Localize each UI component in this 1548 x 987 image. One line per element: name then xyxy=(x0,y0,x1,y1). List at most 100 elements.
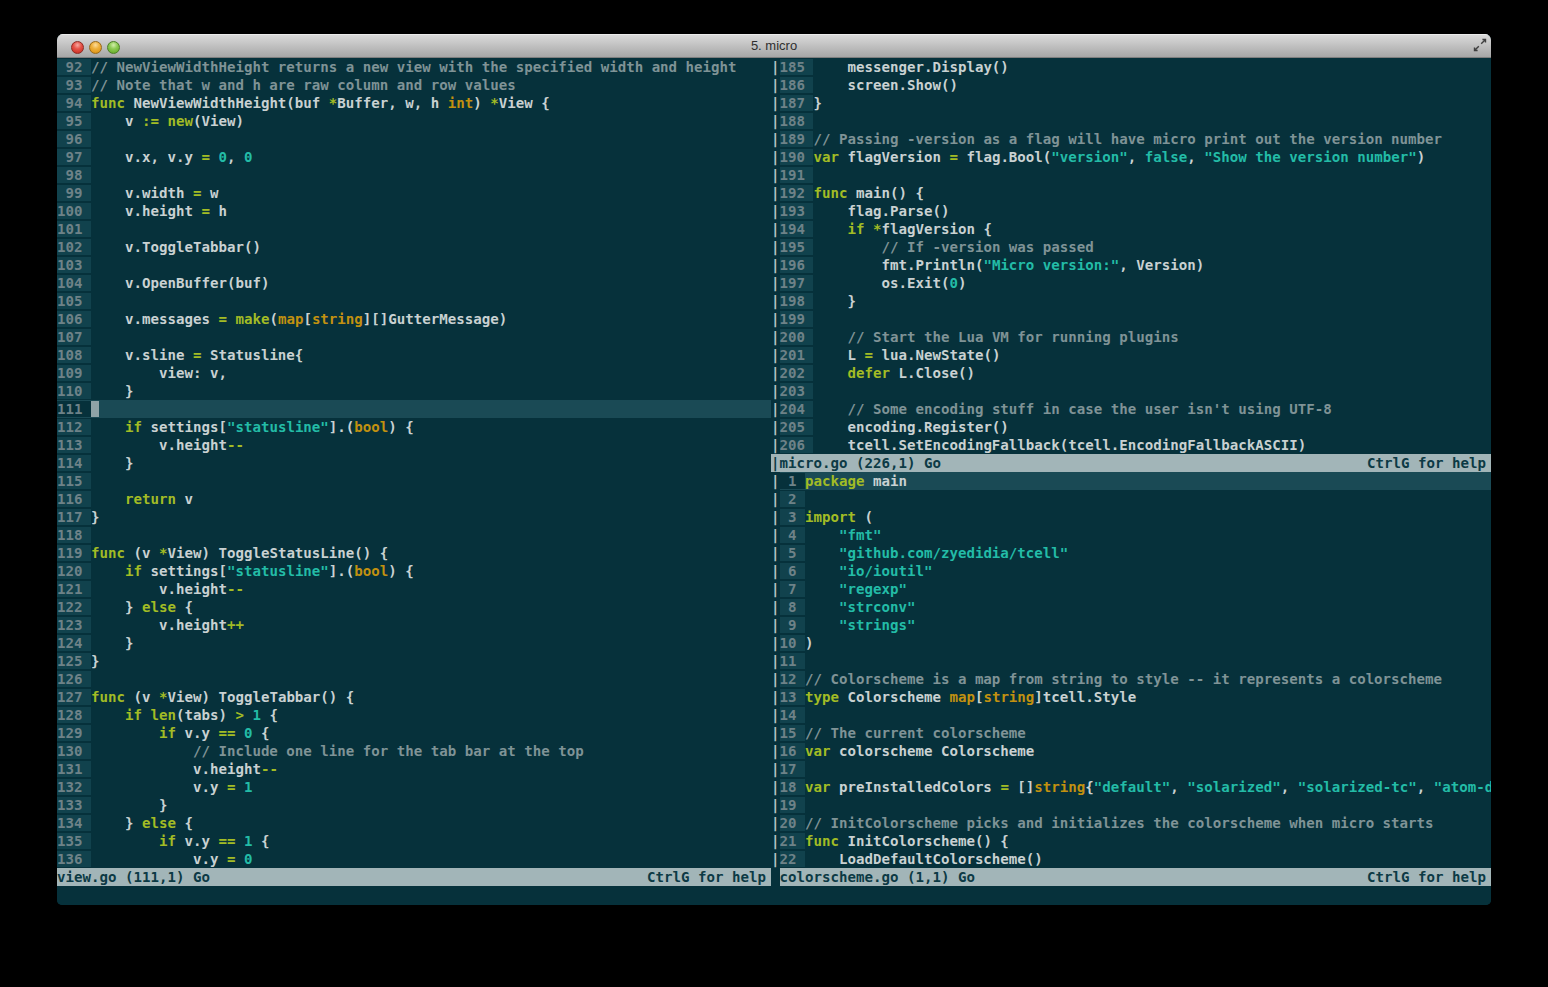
code-line[interactable]: 105 xyxy=(57,292,771,310)
titlebar[interactable]: 5. micro xyxy=(57,34,1491,58)
code-line[interactable]: 125 } xyxy=(57,652,771,670)
code-line[interactable]: 201 L = lua.NewState() xyxy=(780,346,1492,364)
code-line[interactable]: 95 v := new(View) xyxy=(57,112,771,130)
code-line[interactable]: 185 messenger.Display() xyxy=(780,58,1492,76)
code-line[interactable]: 93 // Note that w and h are raw column a… xyxy=(57,76,771,94)
code-line[interactable]: 17 xyxy=(780,760,1492,778)
code-line[interactable]: 94 func NewViewWidthHeight(buf *Buffer, … xyxy=(57,94,771,112)
code-line[interactable]: 6 "io/ioutil" xyxy=(780,562,1492,580)
code-line[interactable]: 189 // Passing -version as a flag will h… xyxy=(780,130,1492,148)
code-line[interactable]: 99 v.width = w xyxy=(57,184,771,202)
line-number: 96 xyxy=(57,131,91,147)
code-line[interactable]: 4 "fmt" xyxy=(780,526,1492,544)
code-line[interactable]: 15 // The current colorscheme xyxy=(780,724,1492,742)
code-line[interactable]: 9 "strings" xyxy=(780,616,1492,634)
code-line[interactable]: 126 xyxy=(57,670,771,688)
code-span xyxy=(235,779,244,795)
code-line[interactable]: 197 os.Exit(0) xyxy=(780,274,1492,292)
code-line[interactable]: 199 xyxy=(780,310,1492,328)
code-line[interactable]: 7 "regexp" xyxy=(780,580,1492,598)
code-line[interactable]: 101 xyxy=(57,220,771,238)
code-line[interactable]: 113 v.height-- xyxy=(57,436,771,454)
code-line[interactable]: 119 func (v *View) ToggleStatusLine() { xyxy=(57,544,771,562)
code-line[interactable]: 11 xyxy=(780,652,1492,670)
code-line[interactable]: 121 v.height-- xyxy=(57,580,771,598)
code-line[interactable]: 118 xyxy=(57,526,771,544)
code-line[interactable]: 18 var preInstalledColors = []string{"de… xyxy=(780,778,1492,796)
code-line[interactable]: 131 v.height-- xyxy=(57,760,771,778)
pane-view-go[interactable]: 92 // NewViewWidthHeight returns a new v… xyxy=(57,58,771,868)
code-line[interactable]: 205 encoding.Register() xyxy=(780,418,1492,436)
code-line[interactable]: 117 } xyxy=(57,508,771,526)
code-line[interactable]: 116 return v xyxy=(57,490,771,508)
code-line[interactable]: 134 } else { xyxy=(57,814,771,832)
code-line[interactable]: 112 if settings["statusline"].(bool) { xyxy=(57,418,771,436)
code-line[interactable]: 122 } else { xyxy=(57,598,771,616)
pane-micro-go[interactable]: 185 messenger.Display()186 screen.Show()… xyxy=(780,58,1492,454)
code-line[interactable]: 187 } xyxy=(780,94,1492,112)
code-line[interactable]: 190 var flagVersion = flag.Bool("version… xyxy=(780,148,1492,166)
code-line[interactable]: 129 if v.y == 0 { xyxy=(57,724,771,742)
code-line[interactable]: 128 if len(tabs) > 1 { xyxy=(57,706,771,724)
code-line[interactable]: 97 v.x, v.y = 0, 0 xyxy=(57,148,771,166)
code-line[interactable]: 114 } xyxy=(57,454,771,472)
code-line[interactable]: 194 if *flagVersion { xyxy=(780,220,1492,238)
code-line[interactable]: 133 } xyxy=(57,796,771,814)
code-line[interactable]: 107 xyxy=(57,328,771,346)
code-span: make xyxy=(235,311,269,327)
code-line[interactable]: 96 xyxy=(57,130,771,148)
code-line[interactable]: 136 v.y = 0 xyxy=(57,850,771,868)
code-line[interactable]: 202 defer L.Close() xyxy=(780,364,1492,382)
code-line[interactable]: 13 type Colorscheme map[string]tcell.Sty… xyxy=(780,688,1492,706)
code-line[interactable]: 188 xyxy=(780,112,1492,130)
code-line[interactable]: 2 xyxy=(780,490,1492,508)
code-line[interactable]: 203 xyxy=(780,382,1492,400)
code-line[interactable]: 10 ) xyxy=(780,634,1492,652)
code-span: } xyxy=(91,635,133,651)
code-line[interactable]: 204 // Some encoding stuff in case the u… xyxy=(780,400,1492,418)
code-line[interactable]: 16 var colorscheme Colorscheme xyxy=(780,742,1492,760)
code-line[interactable]: 132 v.y = 1 xyxy=(57,778,771,796)
code-line[interactable]: 3 import ( xyxy=(780,508,1492,526)
code-line[interactable]: 102 v.ToggleTabbar() xyxy=(57,238,771,256)
code-line[interactable]: 206 tcell.SetEncodingFallback(tcell.Enco… xyxy=(780,436,1492,454)
code-line[interactable]: 98 xyxy=(57,166,771,184)
code-line[interactable]: 106 v.messages = make(map[string][]Gutte… xyxy=(57,310,771,328)
code-line[interactable]: 19 xyxy=(780,796,1492,814)
code-line[interactable]: 1 package main xyxy=(780,472,1492,490)
code-line[interactable]: 108 v.sline = Statusline{ xyxy=(57,346,771,364)
code-line[interactable]: 191 xyxy=(780,166,1492,184)
pane-colorscheme-go[interactable]: 1 package main 2 3 import ( 4 "fmt" 5 "g… xyxy=(780,472,1492,868)
code-line[interactable]: 193 flag.Parse() xyxy=(780,202,1492,220)
code-line[interactable]: 111 xyxy=(57,400,771,418)
code-line[interactable]: 110 } xyxy=(57,382,771,400)
code-line[interactable]: 120 if settings["statusline"].(bool) { xyxy=(57,562,771,580)
code-line[interactable]: 109 view: v, xyxy=(57,364,771,382)
code-line[interactable]: 8 "strconv" xyxy=(780,598,1492,616)
code-line[interactable]: 127 func (v *View) ToggleTabbar() { xyxy=(57,688,771,706)
code-line[interactable]: 104 v.OpenBuffer(buf) xyxy=(57,274,771,292)
code-line[interactable]: 100 v.height = h xyxy=(57,202,771,220)
resize-icon[interactable] xyxy=(1473,38,1487,52)
code-line[interactable]: 12 // Colorscheme is a map from string t… xyxy=(780,670,1492,688)
code-line[interactable]: 200 // Start the Lua VM for running plug… xyxy=(780,328,1492,346)
code-line[interactable]: 22 LoadDefaultColorscheme() xyxy=(780,850,1492,868)
code-line[interactable]: 123 v.height++ xyxy=(57,616,771,634)
code-line[interactable]: 115 xyxy=(57,472,771,490)
code-line[interactable]: 198 } xyxy=(780,292,1492,310)
code-line[interactable]: 124 } xyxy=(57,634,771,652)
code-line[interactable]: 130 // Include one line for the tab bar … xyxy=(57,742,771,760)
code-line[interactable]: 192 func main() { xyxy=(780,184,1492,202)
code-line[interactable]: 92 // NewViewWidthHeight returns a new v… xyxy=(57,58,771,76)
editor-content[interactable]: 92 // NewViewWidthHeight returns a new v… xyxy=(57,58,1491,905)
code-line[interactable]: 186 screen.Show() xyxy=(780,76,1492,94)
code-line[interactable]: 196 fmt.Println("Micro version:", Versio… xyxy=(780,256,1492,274)
code-line[interactable]: 103 xyxy=(57,256,771,274)
code-line[interactable]: 14 xyxy=(780,706,1492,724)
code-line[interactable]: 5 "github.com/zyedidia/tcell" xyxy=(780,544,1492,562)
code-line[interactable]: 195 // If -version was passed xyxy=(780,238,1492,256)
code-line[interactable]: 135 if v.y == 1 { xyxy=(57,832,771,850)
code-span xyxy=(813,239,881,255)
code-line[interactable]: 21 func InitColorscheme() { xyxy=(780,832,1492,850)
code-line[interactable]: 20 // InitColorscheme picks and initiali… xyxy=(780,814,1492,832)
